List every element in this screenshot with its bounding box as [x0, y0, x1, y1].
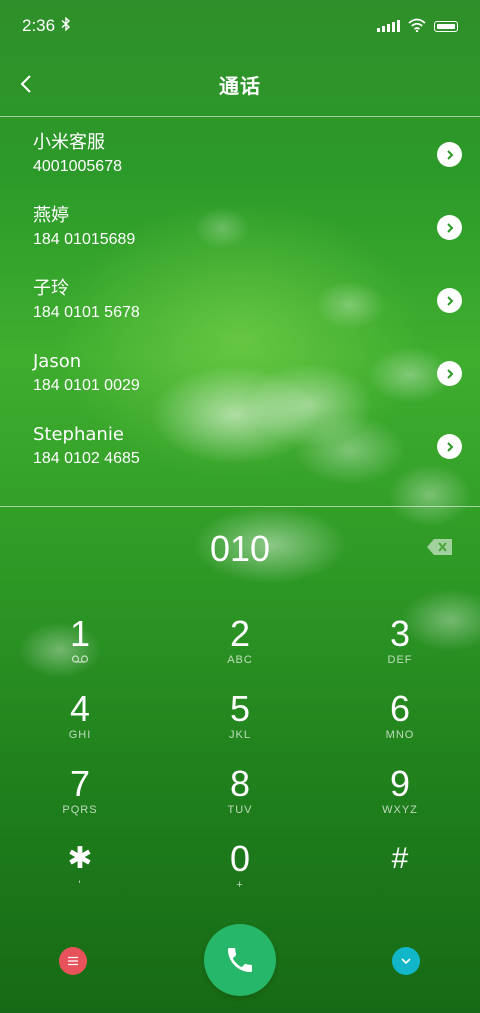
contact-number: 184 0101 5678 — [33, 304, 140, 321]
key-3[interactable]: 3 DEF — [320, 612, 480, 687]
key-digit: 2 — [229, 613, 251, 654]
status-icons — [377, 17, 458, 36]
key-7[interactable]: 7 PQRS — [0, 762, 160, 837]
backspace-icon — [427, 539, 452, 555]
key-letters: DEF — [387, 654, 413, 666]
contact-item[interactable]: 子玲 184 0101 5678 — [0, 264, 480, 337]
call-button[interactable] — [204, 924, 276, 996]
key-digit: 9 — [389, 763, 411, 804]
contact-number: 184 0102 4685 — [33, 450, 140, 467]
contact-detail-button[interactable] — [437, 434, 462, 459]
contact-item[interactable]: 燕婷 184 01015689 — [0, 191, 480, 264]
key-digit: 0 — [229, 838, 251, 879]
chevron-right-icon — [446, 441, 453, 452]
app-header: 通话 — [0, 58, 480, 110]
page-title: 通话 — [219, 73, 261, 98]
contact-detail-button[interactable] — [437, 142, 462, 167]
key-letters: ABC — [227, 654, 253, 666]
chevron-down-icon — [401, 958, 411, 965]
bottom-action-bar — [0, 923, 480, 997]
contact-item[interactable]: 小米客服 4001005678 — [0, 118, 480, 191]
key-letters: MNO — [385, 729, 415, 741]
backspace-button[interactable] — [426, 537, 454, 557]
contact-detail-button[interactable] — [437, 215, 462, 240]
collapse-keypad-button[interactable] — [392, 947, 420, 975]
contact-name: 子玲 — [33, 278, 69, 299]
bluetooth-icon — [61, 16, 71, 35]
dialpad-divider — [0, 506, 480, 507]
dial-keypad: 1 2 ABC 3 DEF 4 GHI 5 JKL 6 MNO 7 PQRS 8… — [0, 612, 480, 912]
key-0[interactable]: 0 + — [160, 837, 320, 912]
key-digit: 1 — [69, 613, 91, 654]
key-2[interactable]: 2 ABC — [160, 612, 320, 687]
key-digit: 3 — [389, 613, 411, 654]
contact-name: 小米客服 — [33, 132, 105, 153]
key-digit: 4 — [69, 688, 91, 729]
menu-icon — [68, 956, 78, 966]
contact-detail-button[interactable] — [437, 288, 462, 313]
contact-item[interactable]: Jason 184 0101 0029 — [0, 337, 480, 410]
wifi-icon — [408, 17, 426, 36]
contact-name: Jason — [33, 351, 82, 372]
key-hash[interactable]: # — [320, 837, 480, 912]
contact-name: Stephanie — [33, 424, 124, 445]
key-letters: TUV — [227, 804, 253, 816]
header-divider — [0, 116, 480, 117]
key-digit: 5 — [229, 688, 251, 729]
key-digit: 8 — [229, 763, 251, 804]
key-letters: PQRS — [62, 804, 98, 816]
key-digit: 6 — [389, 688, 411, 729]
key-digit: 7 — [69, 763, 91, 804]
key-5[interactable]: 5 JKL — [160, 687, 320, 762]
contact-suggestions-list: 小米客服 4001005678 燕婷 184 01015689 子玲 184 0… — [0, 118, 480, 483]
chevron-right-icon — [446, 295, 453, 306]
key-6[interactable]: 6 MNO — [320, 687, 480, 762]
key-letters: WXYZ — [382, 804, 418, 816]
chevron-right-icon — [446, 222, 453, 233]
key-8[interactable]: 8 TUV — [160, 762, 320, 837]
key-letters: JKL — [229, 729, 251, 741]
status-time: 2:36 — [22, 16, 56, 35]
key-letters: ' — [78, 879, 82, 891]
key-digit: # — [391, 842, 409, 875]
back-button[interactable] — [16, 72, 40, 96]
status-bar: 2:36 — [0, 0, 480, 52]
battery-icon — [434, 20, 458, 32]
chevron-left-icon — [20, 75, 31, 93]
chevron-right-icon — [446, 368, 453, 379]
contact-number: 184 0101 0029 — [33, 377, 140, 394]
signal-icon — [377, 20, 400, 32]
dial-input-display[interactable]: 010 — [0, 524, 480, 574]
contact-number: 184 01015689 — [33, 231, 136, 248]
key-star[interactable]: ✱ ' — [0, 837, 160, 912]
phone-icon — [228, 948, 252, 972]
key-9[interactable]: 9 WXYZ — [320, 762, 480, 837]
contact-name: 燕婷 — [33, 205, 69, 226]
key-digit: ✱ — [67, 842, 93, 875]
contact-item[interactable]: Stephanie 184 0102 4685 — [0, 410, 480, 483]
menu-button[interactable] — [59, 947, 87, 975]
chevron-right-icon — [446, 149, 453, 160]
key-letters: + — [236, 879, 244, 891]
key-4[interactable]: 4 GHI — [0, 687, 160, 762]
voicemail-icon — [71, 654, 89, 667]
contact-number: 4001005678 — [33, 158, 122, 175]
contact-detail-button[interactable] — [437, 361, 462, 386]
key-1[interactable]: 1 — [0, 612, 160, 687]
key-letters: GHI — [68, 729, 92, 741]
